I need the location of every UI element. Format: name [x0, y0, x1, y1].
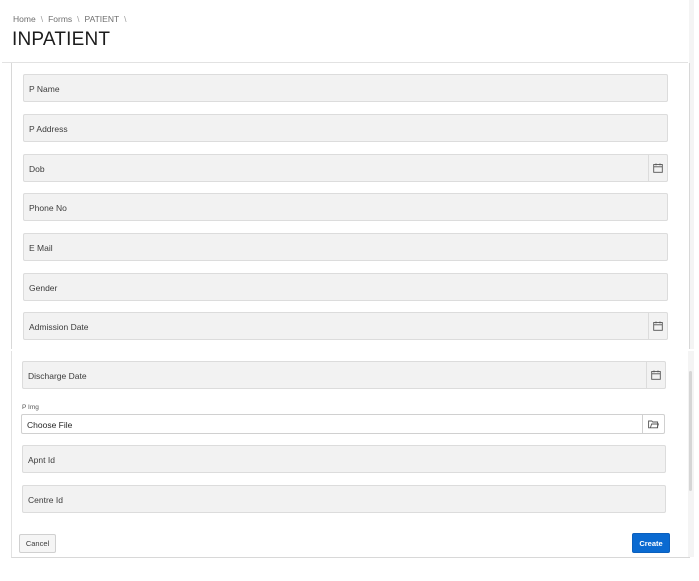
phone-no-field[interactable]: Phone No	[23, 193, 668, 221]
gender-label: Gender	[29, 283, 58, 293]
p-name-label: P Name	[29, 84, 60, 94]
admission-date-picker-button[interactable]	[648, 313, 667, 339]
breadcrumb-forms[interactable]: Forms	[48, 14, 72, 24]
phone-no-label: Phone No	[29, 203, 67, 213]
breadcrumb-home[interactable]: Home	[13, 14, 36, 24]
page-title: INPATIENT	[12, 29, 111, 50]
p-img-file-input[interactable]: Choose File	[21, 414, 665, 434]
p-name-field[interactable]: P Name	[23, 74, 668, 102]
centre-id-field[interactable]: Centre Id	[22, 485, 666, 513]
folder-open-icon	[648, 420, 659, 429]
dob-label: Dob	[29, 164, 45, 174]
p-address-label: P Address	[29, 124, 68, 134]
breadcrumb-separator: \	[77, 14, 80, 24]
file-browse-button[interactable]	[642, 415, 664, 433]
calendar-icon	[651, 370, 661, 380]
discharge-date-picker-button[interactable]	[646, 362, 665, 388]
calendar-icon	[653, 163, 663, 173]
dob-date-picker-button[interactable]	[648, 155, 667, 181]
centre-id-label: Centre Id	[28, 495, 63, 505]
apnt-id-label: Apnt Id	[28, 455, 55, 465]
gender-field[interactable]: Gender	[23, 273, 668, 301]
p-img-label: P Img	[22, 404, 39, 411]
admission-date-label: Admission Date	[29, 322, 89, 332]
choose-file-text: Choose File	[27, 420, 73, 430]
p-address-field[interactable]: P Address	[23, 114, 668, 142]
breadcrumb-separator: \	[40, 14, 44, 24]
scrollbar-thumb[interactable]	[689, 371, 692, 491]
e-mail-field[interactable]: E Mail	[23, 233, 668, 261]
apnt-id-field[interactable]: Apnt Id	[22, 445, 666, 473]
dob-field[interactable]: Dob	[23, 154, 668, 182]
breadcrumb: Home \ Forms \ PATIENT \	[13, 14, 132, 24]
discharge-date-field[interactable]: Discharge Date	[22, 361, 666, 389]
page-header: Home \ Forms \ PATIENT \ INPATIENT	[2, 0, 688, 63]
admission-date-field[interactable]: Admission Date	[23, 312, 668, 340]
discharge-date-label: Discharge Date	[28, 371, 87, 381]
e-mail-label: E Mail	[29, 243, 53, 253]
cancel-button[interactable]: Cancel	[19, 534, 56, 553]
breadcrumb-separator: \	[124, 14, 127, 24]
calendar-icon	[653, 321, 663, 331]
breadcrumb-patient[interactable]: PATIENT	[85, 14, 120, 24]
create-button[interactable]: Create	[632, 533, 670, 553]
